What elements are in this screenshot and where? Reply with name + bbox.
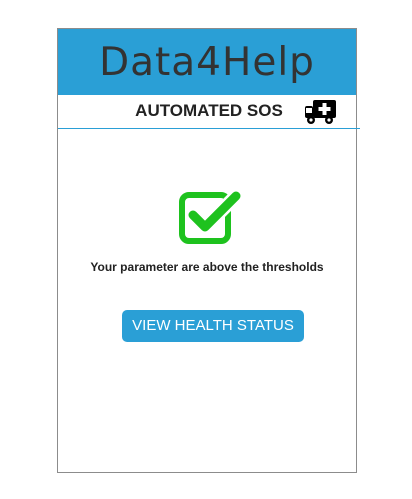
check-square-icon [179,189,242,244]
app-title: Data4Help [99,40,315,85]
header-divider [58,128,360,129]
ambulance-icon [305,100,336,124]
section-title: AUTOMATED SOS [135,101,283,120]
view-health-status-button[interactable]: VIEW HEALTH STATUS [122,310,304,342]
app-header: Data4Help [58,29,356,95]
status-message: Your parameter are above the thresholds [90,260,324,274]
app-frame: Data4Help AUTOMATED SOS Your parameter a… [57,28,360,473]
